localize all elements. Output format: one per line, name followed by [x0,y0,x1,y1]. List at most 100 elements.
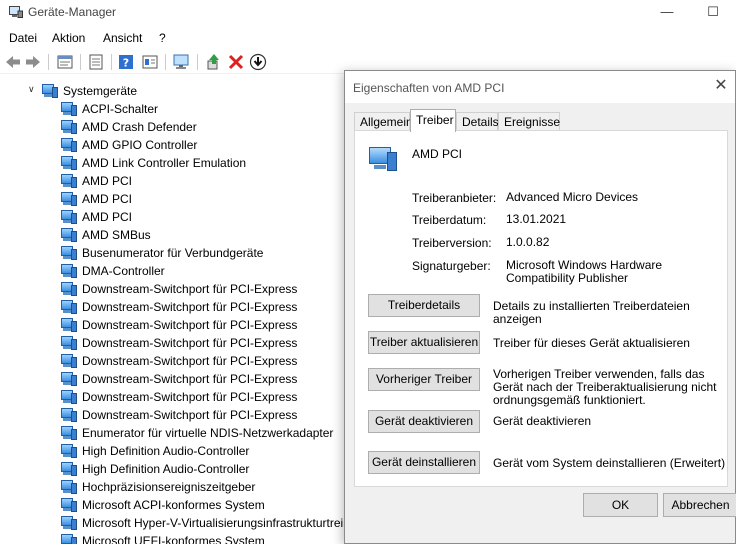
device-icon [61,318,77,332]
device-icon [61,210,77,224]
update-driver-button[interactable]: Treiber aktualisieren [368,331,480,354]
close-icon[interactable]: ✕ [709,75,733,97]
device-list-icon[interactable] [87,53,105,71]
update-driver-desc: Treiber für dieses Gerät aktualisieren [493,336,690,350]
toolbar-separator [165,54,166,70]
title-bar: Geräte-Manager — ☐ [0,0,736,26]
device-icon [61,462,77,476]
device-icon [61,354,77,368]
device-icon [61,336,77,350]
tree-item-label: AMD SMBus [82,228,151,242]
toolbar-separator [197,54,198,70]
signer-label: Signaturgeber: [412,259,491,273]
device-icon [61,156,77,170]
tab-treiber[interactable]: Treiber [410,109,456,132]
chevron-down-icon[interactable]: ∨ [28,84,35,95]
device-icon [369,147,399,171]
device-icon [61,372,77,386]
monitor-icon[interactable] [172,53,190,71]
tab-ereignisse[interactable]: Ereignisse [498,112,560,131]
tree-item-label: ACPI-Schalter [82,102,159,116]
menu-ansicht[interactable]: Ansicht [103,31,142,45]
device-icon [61,534,77,544]
tree-item-label: Downstream-Switchport für PCI-Express [82,318,298,332]
tree-item-label: Downstream-Switchport für PCI-Express [82,408,298,422]
tree-item-label: Downstream-Switchport für PCI-Express [82,282,298,296]
tree-item-label: Microsoft UEFI-konformes System [82,534,265,544]
provider-label: Treiberanbieter: [412,191,497,205]
tab-allgemein[interactable]: Allgemein [354,112,413,131]
resources-icon[interactable] [141,53,159,71]
device-icon [61,102,77,116]
maximize-button[interactable]: ☐ [690,0,736,24]
tree-item-label: AMD Crash Defender [82,120,197,134]
tree-item-label: AMD GPIO Controller [82,138,198,152]
toolbar-separator [111,54,112,70]
version-label: Treiberversion: [412,236,492,250]
toolbar-separator [48,54,49,70]
toolbar-separator [80,54,81,70]
rollback-driver-button[interactable]: Vorheriger Treiber [368,368,480,391]
device-manager-icon [9,6,23,18]
tree-item-label: Downstream-Switchport für PCI-Express [82,372,298,386]
device-icon [61,390,77,404]
driver-details-button[interactable]: Treiberdetails [368,294,480,317]
svg-text:?: ? [123,57,129,70]
tree-item-label: Downstream-Switchport für PCI-Express [82,390,298,404]
tree-item-label: AMD PCI [82,210,133,224]
disable-device-desc: Gerät deaktivieren [493,414,592,428]
signer-value: Microsoft Windows Hardware Compatibility… [506,258,663,285]
tree-item-label: High Definition Audio-Controller [82,462,250,476]
tree-item-label: AMD PCI [82,174,133,188]
driver-details-desc: Details zu installierten Treiberdateien … [493,299,690,326]
properties-icon[interactable] [56,53,74,71]
device-icon [61,174,77,188]
minimize-button[interactable]: — [644,0,690,24]
uninstall-device-button[interactable]: Gerät deinstallieren [368,451,480,474]
tree-item-label: Busenumerator für Verbundgeräte [82,246,264,260]
tree-item-label: DMA-Controller [82,264,165,278]
device-icon [61,498,77,512]
update-driver-icon[interactable] [205,53,223,71]
device-icon [61,480,77,494]
uninstall-x-icon[interactable] [227,53,245,71]
tree-item-label: AMD Link Controller Emulation [82,156,247,170]
rollback-driver-desc: Vorherigen Treiber verwenden, falls das … [493,367,717,407]
tree-item-label: Downstream-Switchport für PCI-Express [82,300,298,314]
date-value: 13.01.2021 [506,212,567,226]
provider-value: Advanced Micro Devices [506,190,639,204]
device-icon [61,246,77,260]
tree-item-label: Microsoft Hyper-V-Virtualisierungsinfras… [82,516,361,530]
download-icon[interactable] [249,53,267,71]
device-icon [61,516,77,530]
version-value: 1.0.0.82 [506,235,550,249]
disable-device-button[interactable]: Gerät deaktivieren [368,410,480,433]
forward-arrow-icon[interactable] [24,53,42,71]
menu-help[interactable]: ? [159,31,166,45]
back-arrow-icon[interactable] [4,53,22,71]
menu-bar: Datei Aktion Ansicht ? [0,28,736,48]
device-icon [61,228,77,242]
help-icon[interactable]: ? [117,53,135,71]
dialog-title-bar: Eigenschaften von AMD PCI ✕ [345,71,735,103]
device-icon [42,84,58,98]
device-icon [61,192,77,206]
ok-button[interactable]: OK [583,493,658,517]
tree-item-label: Enumerator für virtuelle NDIS-Netzwerkad… [82,426,334,440]
cancel-button[interactable]: Abbrechen [663,493,736,517]
device-icon [61,120,77,134]
tree-item-label: High Definition Audio-Controller [82,444,250,458]
date-label: Treiberdatum: [412,213,487,227]
device-icon [61,408,77,422]
tree-item-label: Hochpräzisionsereigniszeitgeber [82,480,256,494]
tree-item-label: Downstream-Switchport für PCI-Express [82,336,298,350]
menu-aktion[interactable]: Aktion [52,31,85,45]
tree-node-label: Systemgeräte [63,84,138,98]
tab-details[interactable]: Details [456,112,499,131]
device-icon [61,282,77,296]
dialog-title: Eigenschaften von AMD PCI [353,81,505,95]
uninstall-device-desc: Gerät vom System deinstallieren (Erweite… [493,456,726,470]
menu-datei[interactable]: Datei [9,31,37,45]
tree-item-label: Microsoft ACPI-konformes System [82,498,265,512]
device-icon [61,426,77,440]
